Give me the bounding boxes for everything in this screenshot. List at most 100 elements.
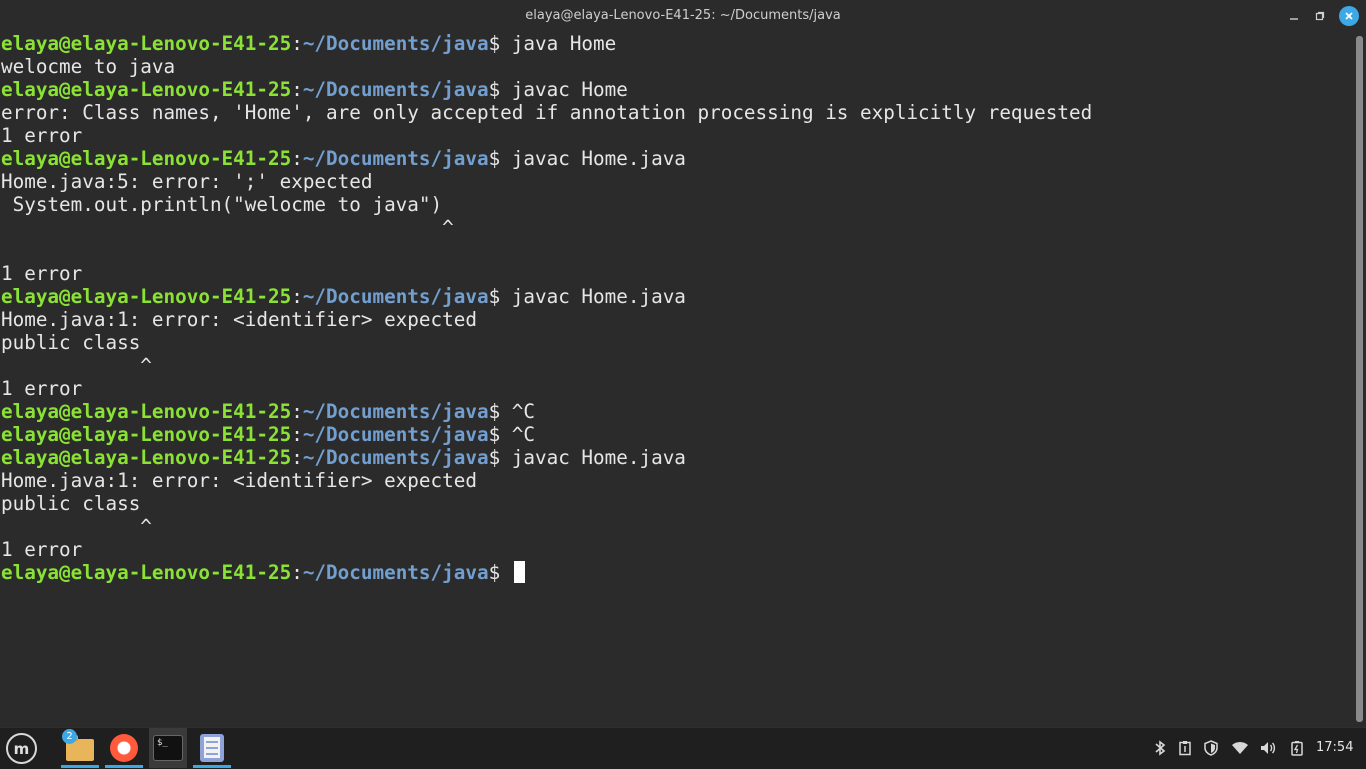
window-title: elaya@elaya-Lenovo-E41-25: ~/Documents/j…	[525, 8, 841, 23]
prompt-colon: :	[291, 147, 303, 170]
prompt-user-host: elaya@elaya-Lenovo-E41-25	[1, 147, 292, 170]
taskbar-terminal[interactable]: $_	[149, 728, 187, 768]
terminal-prompt-line: elaya@elaya-Lenovo-E41-25:~/Documents/ja…	[0, 561, 1352, 584]
terminal-prompt-line: elaya@elaya-Lenovo-E41-25:~/Documents/ja…	[0, 78, 1352, 101]
terminal-prompt-line: elaya@elaya-Lenovo-E41-25:~/Documents/ja…	[0, 285, 1352, 308]
prompt-dollar: $	[488, 147, 512, 170]
terminal-output-line: error: Class names, 'Home', are only acc…	[0, 101, 1352, 124]
prompt-path: ~/Documents/java	[302, 285, 489, 308]
prompt-colon: :	[291, 32, 303, 55]
output-text: ^	[1, 216, 454, 239]
terminal-output-line: 1 error	[0, 262, 1352, 285]
clock[interactable]: 17:54	[1316, 740, 1353, 755]
prompt-path: ~/Documents/java	[302, 400, 489, 423]
terminal-output-line: 1 error	[0, 124, 1352, 147]
prompt-dollar: $	[488, 400, 512, 423]
output-text: public class	[1, 331, 141, 354]
output-text: ^	[1, 515, 152, 538]
prompt-user-host: elaya@elaya-Lenovo-E41-25	[1, 78, 292, 101]
terminal-output-line: public class	[0, 331, 1352, 354]
output-text: 1 error	[1, 262, 83, 285]
output-text: System.out.println("welocme to java")	[1, 193, 443, 216]
title-bar: elaya@elaya-Lenovo-E41-25: ~/Documents/j…	[0, 0, 1366, 32]
close-icon[interactable]	[1339, 6, 1359, 26]
bluetooth-icon[interactable]	[1151, 739, 1169, 757]
prompt-path: ~/Documents/java	[302, 446, 489, 469]
command-text: javac Home.java	[511, 285, 686, 308]
prompt-colon: :	[291, 561, 303, 584]
minimize-icon[interactable]	[1285, 7, 1303, 25]
terminal-output-line: ^	[0, 515, 1352, 538]
prompt-colon: :	[291, 446, 303, 469]
prompt-user-host: elaya@elaya-Lenovo-E41-25	[1, 32, 292, 55]
output-text: Home.java:5: error: ';' expected	[1, 170, 373, 193]
output-text: public class	[1, 492, 141, 515]
menu-label: m	[13, 739, 30, 758]
mint-menu-icon[interactable]: m	[6, 733, 37, 764]
terminal-output[interactable]: elaya@elaya-Lenovo-E41-25:~/Documents/ja…	[0, 32, 1352, 727]
prompt-dollar: $	[488, 423, 512, 446]
prompt-dollar: $	[488, 78, 512, 101]
terminal-output-line: 1 error	[0, 377, 1352, 400]
output-text: 1 error	[1, 538, 83, 561]
output-text: Home.java:1: error: <identifier> expecte…	[1, 469, 477, 492]
command-text: ^C	[511, 400, 535, 423]
prompt-colon: :	[291, 423, 303, 446]
prompt-user-host: elaya@elaya-Lenovo-E41-25	[1, 400, 292, 423]
terminal-output-line: Home.java:1: error: <identifier> expecte…	[0, 469, 1352, 492]
terminal-output-line: Home.java:5: error: ';' expected	[0, 170, 1352, 193]
prompt-user-host: elaya@elaya-Lenovo-E41-25	[1, 423, 292, 446]
terminal-output-line: public class	[0, 492, 1352, 515]
prompt-path: ~/Documents/java	[302, 423, 489, 446]
text-cursor	[513, 561, 525, 583]
terminal-output-line: Home.java:1: error: <identifier> expecte…	[0, 308, 1352, 331]
terminal-prompt-line: elaya@elaya-Lenovo-E41-25:~/Documents/ja…	[0, 147, 1352, 170]
command-text: javac Home	[511, 78, 628, 101]
text-editor-icon	[200, 734, 224, 762]
output-text: Home.java:1: error: <identifier> expecte…	[1, 308, 477, 331]
taskbar-firefox[interactable]	[105, 728, 143, 768]
prompt-colon: :	[291, 78, 303, 101]
prompt-dollar: $	[488, 32, 512, 55]
volume-icon[interactable]	[1259, 739, 1277, 757]
battery-icon[interactable]	[1288, 739, 1306, 757]
terminal-output-line: ^	[0, 354, 1352, 377]
taskbar-text-editor[interactable]	[193, 728, 231, 768]
output-text: ^	[1, 354, 152, 377]
command-text: javac Home.java	[511, 147, 686, 170]
output-text: 1 error	[1, 124, 83, 147]
terminal-output-line: 1 error	[0, 538, 1352, 561]
terminal-prompt-line: elaya@elaya-Lenovo-E41-25:~/Documents/ja…	[0, 446, 1352, 469]
command-text: javac Home.java	[511, 446, 686, 469]
clipboard-icon[interactable]	[1176, 739, 1194, 757]
terminal-prompt-line: elaya@elaya-Lenovo-E41-25:~/Documents/ja…	[0, 400, 1352, 423]
command-text: ^C	[511, 423, 535, 446]
command-text: java Home	[511, 32, 617, 55]
scrollbar-thumb[interactable]	[1356, 36, 1363, 722]
terminal-output-line: System.out.println("welocme to java")	[0, 193, 1352, 216]
shield-icon[interactable]	[1202, 739, 1220, 757]
prompt-colon: :	[291, 400, 303, 423]
terminal-output-line: ^	[0, 216, 1352, 239]
firefox-icon	[110, 734, 138, 762]
prompt-dollar: $	[488, 561, 512, 584]
output-text: error: Class names, 'Home', are only acc…	[1, 101, 1093, 124]
output-text: welocme to java	[1, 55, 176, 78]
terminal-scrollbar[interactable]	[1356, 36, 1363, 722]
output-text: 1 error	[1, 377, 83, 400]
prompt-path: ~/Documents/java	[302, 147, 489, 170]
terminal-prompt-line: elaya@elaya-Lenovo-E41-25:~/Documents/ja…	[0, 32, 1352, 55]
terminal-prompt-line: elaya@elaya-Lenovo-E41-25:~/Documents/ja…	[0, 423, 1352, 446]
taskbar: m 2 $_ 17:54	[0, 727, 1366, 769]
maximize-icon[interactable]	[1311, 7, 1329, 25]
prompt-dollar: $	[488, 285, 512, 308]
prompt-colon: :	[291, 285, 303, 308]
prompt-user-host: elaya@elaya-Lenovo-E41-25	[1, 561, 292, 584]
prompt-path: ~/Documents/java	[302, 561, 489, 584]
terminal-output-line: welocme to java	[0, 55, 1352, 78]
wifi-icon[interactable]	[1231, 739, 1249, 757]
prompt-path: ~/Documents/java	[302, 78, 489, 101]
prompt-path: ~/Documents/java	[302, 32, 489, 55]
taskbar-files[interactable]: 2	[61, 728, 99, 768]
